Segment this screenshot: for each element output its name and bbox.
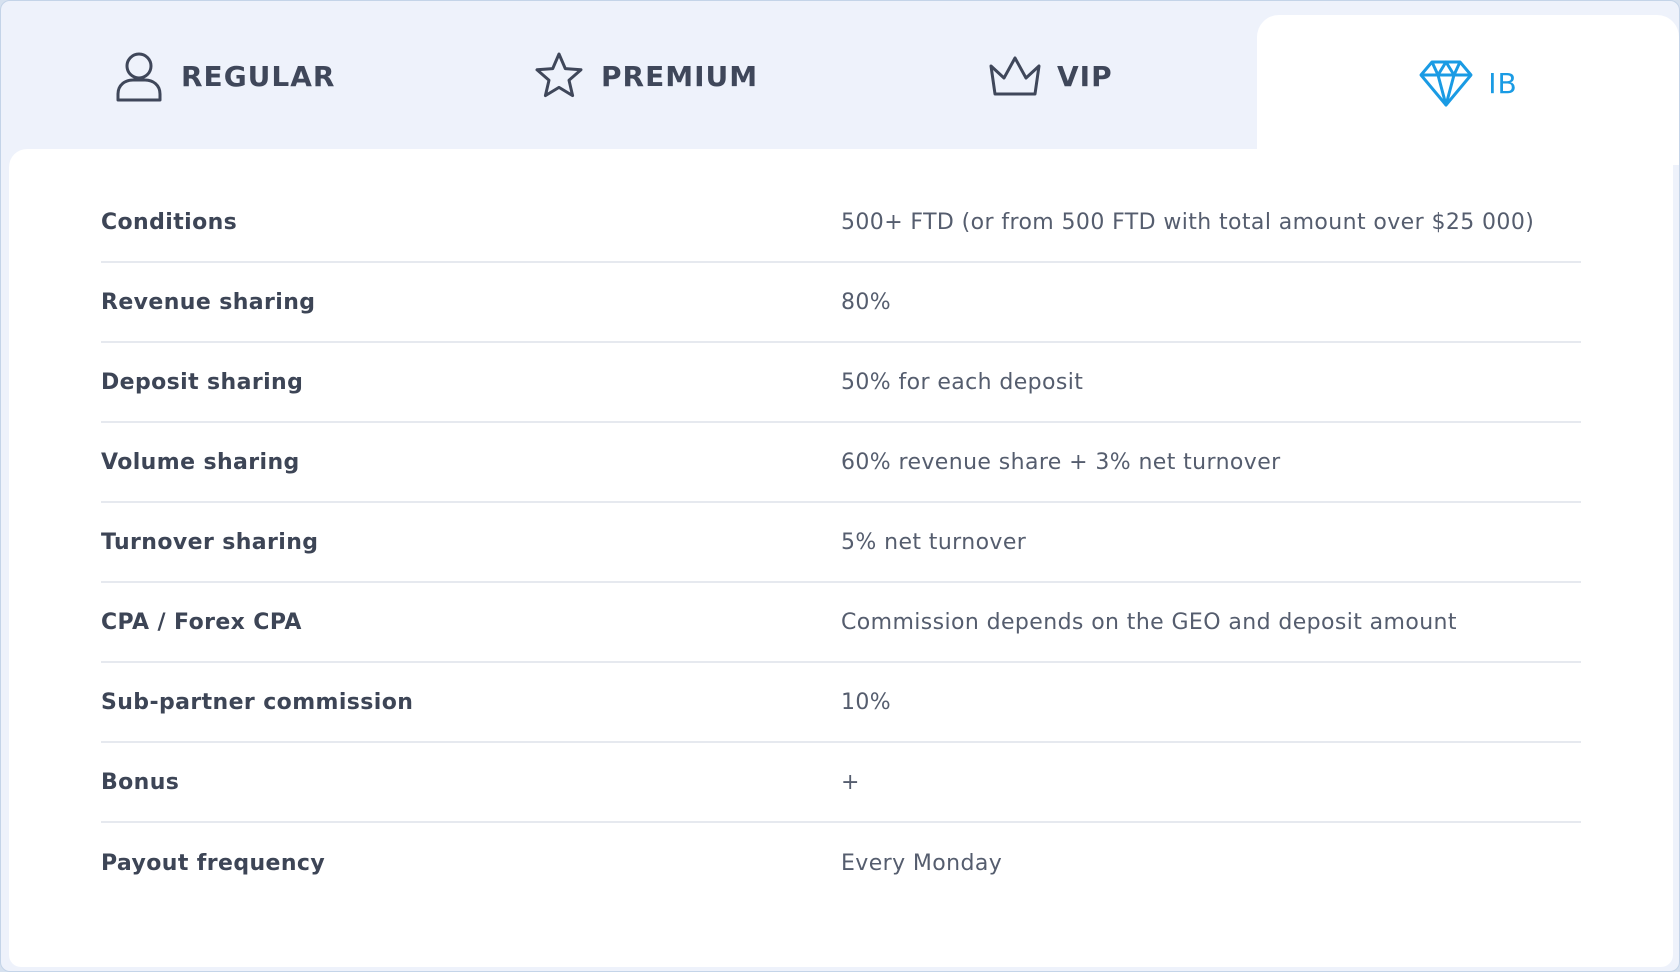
- tab-ib-content: IB: [1418, 55, 1517, 111]
- row-label: Bonus: [101, 769, 180, 795]
- tier-tabs: REGULAR PREMIUM VIP IB: [1, 1, 1679, 165]
- tab-regular-label: REGULAR: [181, 59, 336, 93]
- row-label: Revenue sharing: [101, 289, 316, 315]
- row-label: Deposit sharing: [101, 369, 304, 395]
- table-row-conditions: Conditions 500+ FTD (or from 500 FTD wit…: [101, 183, 1581, 263]
- tab-premium-label: PREMIUM: [601, 59, 759, 93]
- crown-icon: [987, 48, 1043, 104]
- tab-premium[interactable]: PREMIUM: [531, 1, 758, 151]
- table-row-revenue-sharing: Revenue sharing 80%: [101, 263, 1581, 343]
- tab-regular[interactable]: REGULAR: [111, 1, 335, 151]
- table-row-bonus: Bonus +: [101, 743, 1581, 823]
- table-row-payout-frequency: Payout frequency Every Monday: [101, 823, 1581, 903]
- table-row-deposit-sharing: Deposit sharing 50% for each deposit: [101, 343, 1581, 423]
- user-icon: [111, 48, 167, 104]
- row-label: Volume sharing: [101, 449, 300, 475]
- table-row-turnover-sharing: Turnover sharing 5% net turnover: [101, 503, 1581, 583]
- tab-vip[interactable]: VIP: [987, 1, 1113, 151]
- row-value: 60% revenue share + 3% net turnover: [841, 449, 1281, 475]
- row-value: Every Monday: [841, 850, 1003, 876]
- row-label: Conditions: [101, 209, 238, 235]
- table-row-sub-partner-commission: Sub-partner commission 10%: [101, 663, 1581, 743]
- table-row-volume-sharing: Volume sharing 60% revenue share + 3% ne…: [101, 423, 1581, 503]
- tab-ib[interactable]: IB: [1257, 15, 1679, 165]
- diamond-icon: [1418, 55, 1474, 111]
- row-label: CPA / Forex CPA: [101, 609, 302, 635]
- row-value: Commission depends on the GEO and deposi…: [841, 609, 1457, 635]
- tab-ib-label: IB: [1488, 66, 1518, 100]
- row-value: 500+ FTD (or from 500 FTD with total amo…: [841, 209, 1535, 235]
- row-value: 80%: [841, 289, 892, 315]
- tier-details-panel: Conditions 500+ FTD (or from 500 FTD wit…: [9, 149, 1673, 967]
- tab-vip-label: VIP: [1057, 59, 1113, 93]
- row-value: 5% net turnover: [841, 529, 1027, 555]
- row-value: 10%: [841, 689, 892, 715]
- row-value: 50% for each deposit: [841, 369, 1084, 395]
- row-label: Payout frequency: [101, 850, 326, 876]
- row-label: Turnover sharing: [101, 529, 319, 555]
- partner-program-card: REGULAR PREMIUM VIP IB Conditions 500+ F…: [0, 0, 1680, 972]
- conditions-table: Conditions 500+ FTD (or from 500 FTD wit…: [101, 183, 1581, 903]
- star-icon: [531, 48, 587, 104]
- table-row-cpa: CPA / Forex CPA Commission depends on th…: [101, 583, 1581, 663]
- row-value: +: [841, 769, 860, 795]
- row-label: Sub-partner commission: [101, 689, 414, 715]
